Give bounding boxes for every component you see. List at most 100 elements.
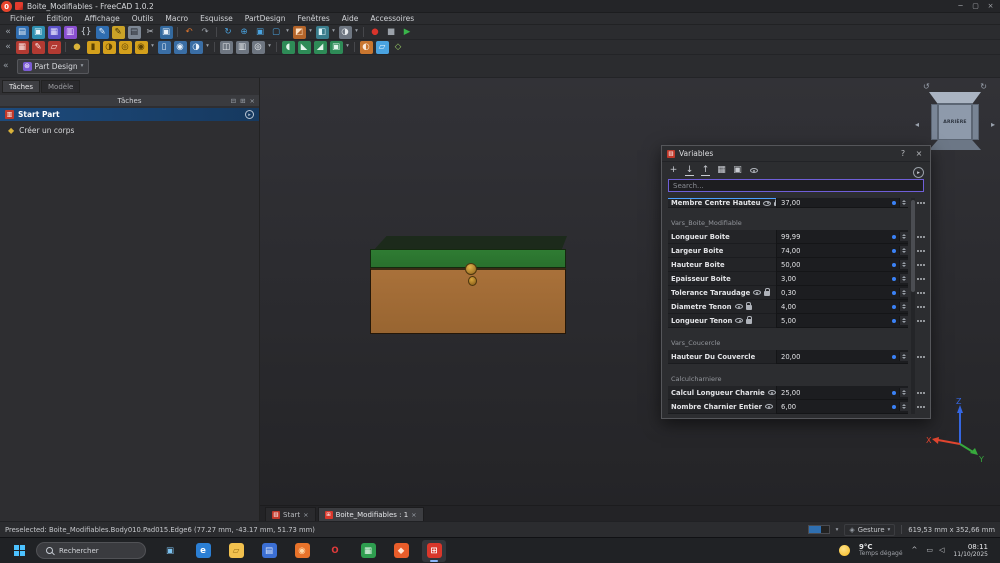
row-menu-button[interactable] [916,272,926,286]
menu-item[interactable]: Édition [41,14,79,23]
recompute-button[interactable]: ▸ [913,167,924,178]
macro-stop[interactable]: ■ [385,26,398,39]
file-explorer-icon[interactable]: ▱ [224,540,248,562]
row-menu-button[interactable] [916,244,926,258]
row-menu-button[interactable] [916,350,926,364]
visibility-button[interactable] [749,168,758,173]
pocket[interactable]: ▯ [158,41,171,54]
create-sketch[interactable]: ▦ [16,41,29,54]
dock-overlay-button[interactable]: ⊟ [231,97,236,105]
undo[interactable]: ↶ [183,26,196,39]
variable-value-cell[interactable]: 6,00 [776,400,908,414]
toolbar-overflow[interactable]: « [4,26,13,39]
variable-name-cell[interactable]: Hauteur Boite [668,258,776,272]
document-tab[interactable]: ▥ Start × [265,507,316,521]
expand-icon[interactable]: ▸ [245,110,254,119]
eye-icon[interactable] [753,290,761,295]
chevron-down[interactable]: ▾ [150,41,156,54]
row-menu-button[interactable] [916,258,926,272]
variable-name-cell[interactable]: Hauteur Du Couvercle [668,350,776,364]
row-menu-button[interactable] [916,300,926,314]
zoom-box[interactable]: ▢ [270,26,283,39]
app-green-icon[interactable]: ▦ [356,540,380,562]
zoom-in[interactable]: ⊕ [238,26,251,39]
panel-tab[interactable]: Modèle [41,80,80,93]
zoom-fit[interactable]: ▣ [254,26,267,39]
map-sketch[interactable]: ▱ [48,41,61,54]
value-spinner[interactable] [899,402,908,411]
edge-icon[interactable]: e [191,540,215,562]
variable-name-cell[interactable]: Epaisseur Boite [668,272,776,286]
variable-name-cell[interactable]: Tolerance Taraudage [668,286,776,300]
value-spinner[interactable] [899,352,908,361]
datum-plane[interactable]: ▱ [376,41,389,54]
menu-item[interactable]: Aide [336,14,365,23]
table-view-button[interactable]: ▦ [717,166,726,175]
draw-style[interactable]: ◑ [339,26,352,39]
chevron-down[interactable]: ▾ [308,26,314,39]
rotate-ccw-icon[interactable]: ↺ [923,82,930,91]
chevron-down[interactable]: ▾ [267,41,273,54]
box-hinge-upper[interactable] [465,263,477,275]
variable-name-cell[interactable]: Membre Centre Hauteu [668,198,776,208]
close-icon[interactable]: × [411,511,416,519]
variable-name-cell[interactable]: Diametre Tenon [668,300,776,314]
variable-row[interactable]: Hauteur Boite 50,00 [668,258,926,272]
separator[interactable] [276,42,277,52]
dialog-close-button[interactable]: × [913,149,925,158]
revolution[interactable]: ◑ [103,41,116,54]
chevron-down[interactable]: ▾ [205,41,211,54]
nav-cube-top-face[interactable] [929,92,981,104]
search-box[interactable] [668,179,924,192]
view-front[interactable]: ◧ [316,26,329,39]
variable-name-cell[interactable]: Calculcharniere [668,372,926,386]
paste[interactable]: ▤ [128,26,141,39]
view-isometric[interactable]: ◩ [293,26,306,39]
menu-item[interactable]: Fichier [4,14,41,23]
variable-value-cell[interactable]: 37,00 [776,198,908,208]
eye-icon[interactable] [735,304,743,309]
variable-name-cell[interactable]: Largeur Boite [668,244,776,258]
menu-item[interactable]: Esquisse [194,14,239,23]
row-menu-button[interactable] [916,400,926,414]
variable-row[interactable]: Calcul Longueur Charnie 25,00 [668,386,926,400]
variable-name-cell[interactable]: Vars_Boite_Modifiable [668,216,926,230]
separator[interactable] [177,27,178,37]
start-part-header[interactable]: ▥ Start Part ▸ [0,108,259,121]
chevron-down[interactable]: ▾ [345,41,351,54]
edit-sketch[interactable]: ✎ [32,41,45,54]
eye-icon[interactable] [768,390,776,395]
chevron-down[interactable]: ▾ [331,26,337,39]
macro-play[interactable]: ▶ [401,26,414,39]
taskbar-search[interactable]: Rechercher [36,542,146,559]
file-new[interactable]: ▤ [16,26,29,39]
redo[interactable]: ↷ [199,26,212,39]
variable-row[interactable]: Longueur Boite 99,99 [668,230,926,244]
firefox-icon[interactable]: ◉ [290,540,314,562]
fillet[interactable]: ◖ [282,41,295,54]
search-input[interactable] [673,182,919,190]
maximize-button[interactable]: ▢ [969,2,982,10]
create-body-task[interactable]: ◆ Créer un corps [0,121,259,135]
start-button[interactable] [8,540,30,562]
ime-icon[interactable]: ▭ [926,546,933,554]
variable-row[interactable]: Hauteur Du Couvercle 20,00 [668,350,926,364]
workbench-selector[interactable]: ⊛ Part Design ▾ [17,59,90,74]
file-save[interactable]: ▦ [48,26,61,39]
menu-item[interactable]: Outils [126,14,160,23]
linear-pattern[interactable]: ▥ [236,41,249,54]
polar-pattern[interactable]: ◎ [252,41,265,54]
menu-item[interactable]: PartDesign [239,14,292,23]
value-spinner[interactable] [899,198,908,207]
macro-braces[interactable]: {} [80,26,93,39]
value-spinner[interactable] [899,246,908,255]
variable-row[interactable]: Vars_Boite_Modifiable [668,216,926,230]
menu-item[interactable]: Macro [159,14,194,23]
variable-row[interactable]: Nombre Charnier Entier 6,00 [668,400,926,414]
row-menu-button[interactable] [916,230,926,244]
copy[interactable]: ▣ [160,26,173,39]
panel-tab[interactable]: Tâches [2,80,40,93]
opera-icon[interactable]: O [323,540,347,562]
eye-icon[interactable] [735,318,743,323]
nav-style-selector[interactable]: ◈ Gesture ▾ [844,524,895,536]
